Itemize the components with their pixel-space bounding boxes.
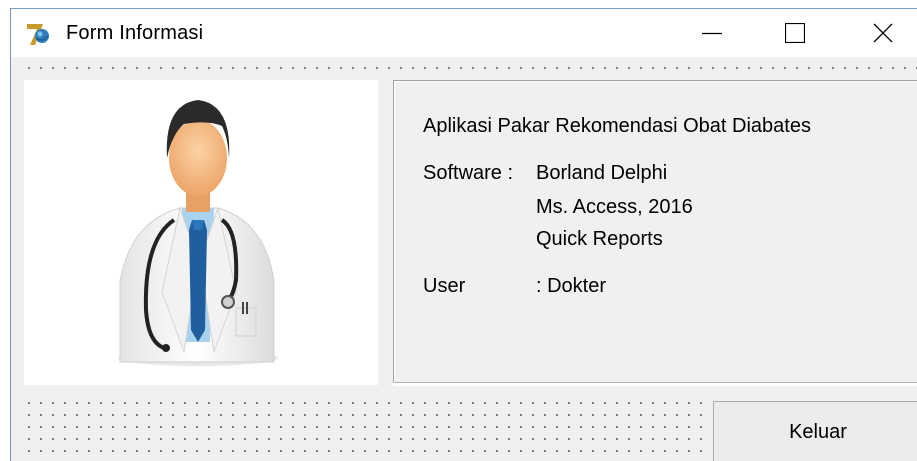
doctor-image-panel [24,80,378,385]
delphi-app-icon [27,24,49,45]
title-bar[interactable]: Form Informasi [11,9,917,57]
user-value: : Dokter [536,275,607,297]
bottom-dot-grid [23,397,707,459]
minimize-button[interactable] [672,9,752,57]
keluar-button[interactable]: Keluar [713,401,917,461]
top-dot-strip [23,62,917,74]
doctor-image [118,100,278,366]
minimize-icon [702,32,722,35]
maximize-button[interactable] [755,9,835,57]
app-title-label: Aplikasi Pakar Rekomendasi Obat Diabates [423,115,811,137]
user-label: User [423,275,466,297]
info-panel-bevel [393,382,917,386]
software-value-quickreports: Quick Reports [536,228,663,250]
info-panel: Aplikasi Pakar Rekomendasi Obat Diabates… [393,80,917,383]
maximize-icon [785,23,805,43]
software-label: Software : [423,162,514,184]
form-informasi-window: Form Informasi Aplikasi Pakar Rekomendas… [10,8,917,461]
window-title: Form Informasi [66,22,204,44]
software-value-delphi: Borland Delphi [536,162,668,184]
close-button[interactable] [843,9,917,57]
close-icon [873,23,893,43]
software-value-access: Ms. Access, 2016 [536,196,693,218]
